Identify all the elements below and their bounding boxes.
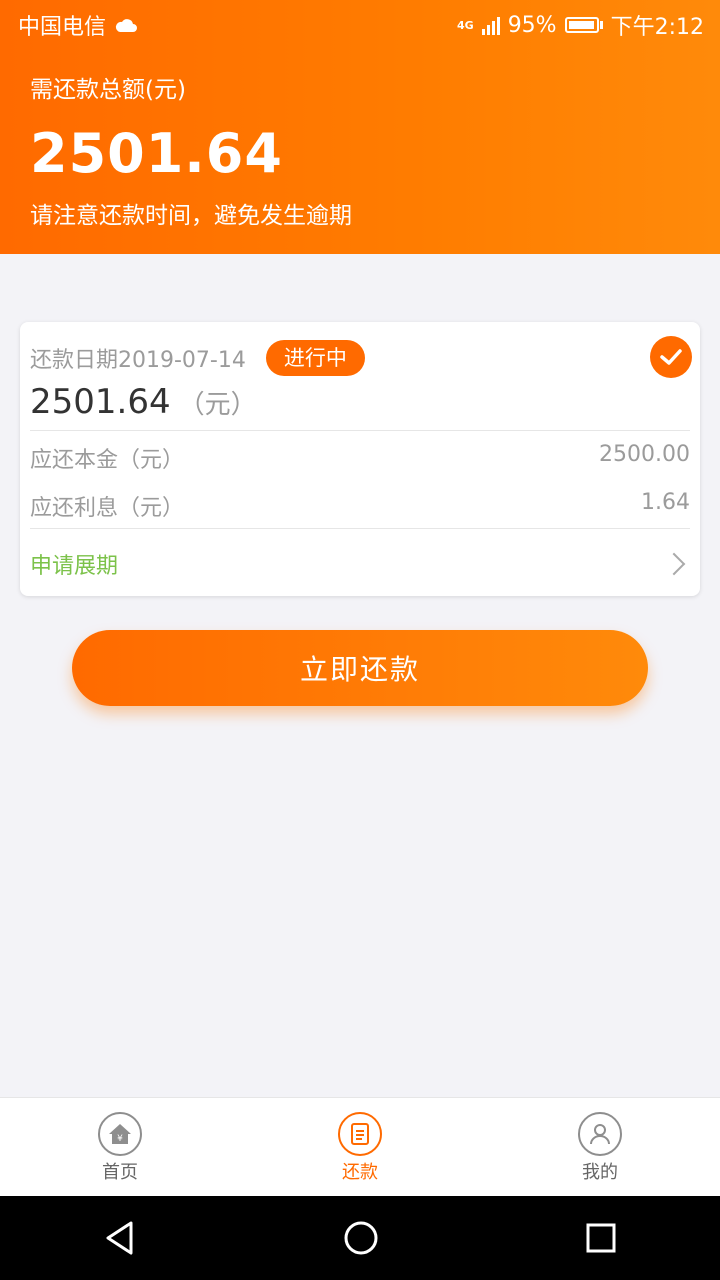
repayment-card: 还款日期2019-07-14 进行中 2501.64 （元） 应还本金（元） 2… xyxy=(20,322,700,596)
bill-amount: 2501.64 xyxy=(30,382,171,422)
header: 中国电信 4G 95% 下午2:12 需还款总额(元) 2501.64 请注意还… xyxy=(0,0,720,254)
divider xyxy=(30,430,690,431)
clock: 下午2:12 xyxy=(610,15,704,40)
carrier: 中国电信 xyxy=(18,15,107,40)
user-icon xyxy=(578,1111,622,1156)
tab-label: 我的 xyxy=(582,1161,618,1183)
tab-repay[interactable]: 还款 xyxy=(240,1098,480,1197)
network-type: 4G xyxy=(457,18,474,32)
principal-value: 2500.00 xyxy=(599,442,690,467)
tab-label: 还款 xyxy=(342,1161,378,1183)
battery-percent: 95% xyxy=(507,12,557,38)
tab-home[interactable]: ¥ 首页 xyxy=(0,1098,240,1197)
interest-row: 应还利息（元） 1.64 xyxy=(30,490,690,522)
home-icon: ¥ xyxy=(98,1111,142,1156)
bill-amount-unit: （元） xyxy=(178,390,257,420)
status-bar: 中国电信 4G 95% 下午2:12 xyxy=(0,0,720,50)
battery-icon xyxy=(564,17,603,33)
interest-value: 1.64 xyxy=(641,490,690,515)
cloud-icon xyxy=(115,19,138,32)
signal-icon xyxy=(481,15,500,35)
total-amount: 2501.64 xyxy=(30,122,283,185)
chevron-right-icon xyxy=(662,552,686,576)
divider xyxy=(30,528,690,529)
system-nav-bar xyxy=(0,1196,720,1280)
tab-mine[interactable]: 我的 xyxy=(480,1098,720,1197)
due-notice: 请注意还款时间，避免发生逾期 xyxy=(30,203,352,229)
apply-extension-label: 申请展期 xyxy=(30,554,119,579)
total-label: 需还款总额(元) xyxy=(30,77,186,103)
home-nav-icon[interactable] xyxy=(343,1220,379,1256)
status-badge: 进行中 xyxy=(265,340,365,376)
principal-label: 应还本金（元） xyxy=(30,448,185,473)
recents-icon[interactable] xyxy=(585,1222,617,1254)
apply-extension-row[interactable]: 申请展期 xyxy=(30,548,690,580)
svg-text:¥: ¥ xyxy=(117,1134,123,1144)
back-icon[interactable] xyxy=(103,1220,137,1256)
due-date: 还款日期2019-07-14 xyxy=(30,348,246,373)
principal-row: 应还本金（元） 2500.00 xyxy=(30,442,690,474)
bill-icon xyxy=(338,1111,382,1156)
tab-bar: ¥ 首页 还款 我的 xyxy=(0,1097,720,1197)
check-icon[interactable] xyxy=(650,336,692,378)
interest-label: 应还利息（元） xyxy=(30,496,185,521)
repay-now-button[interactable]: 立即还款 xyxy=(72,630,648,706)
tab-label: 首页 xyxy=(102,1161,138,1183)
